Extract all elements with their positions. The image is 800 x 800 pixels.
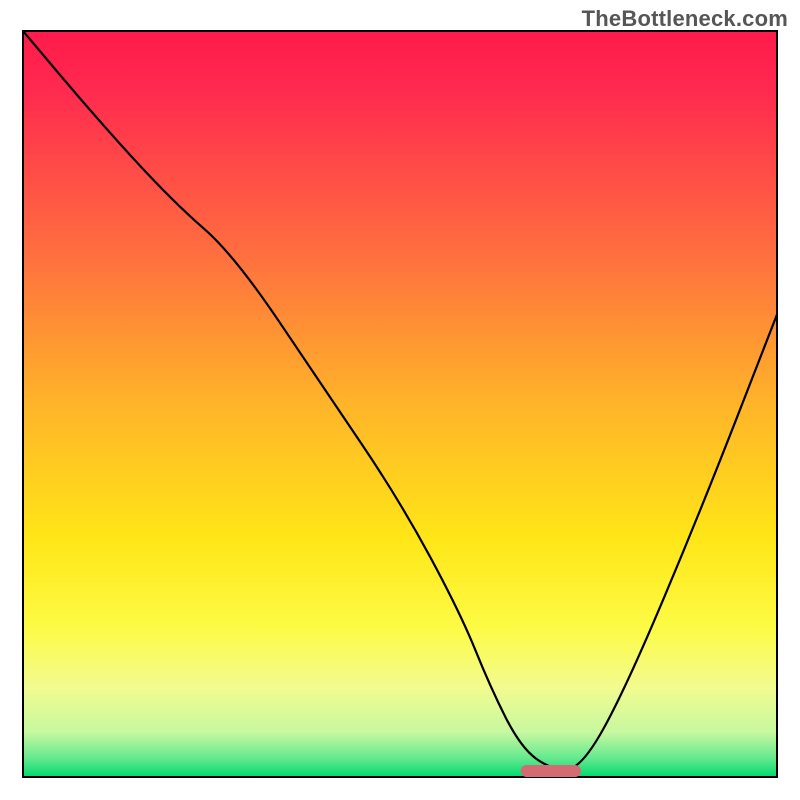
chart-container: TheBottleneck.com bbox=[0, 0, 800, 800]
watermark-text: TheBottleneck.com bbox=[582, 6, 788, 32]
bottleneck-chart bbox=[0, 0, 800, 800]
plot-background bbox=[23, 31, 777, 777]
optimal-range-marker bbox=[521, 765, 581, 777]
